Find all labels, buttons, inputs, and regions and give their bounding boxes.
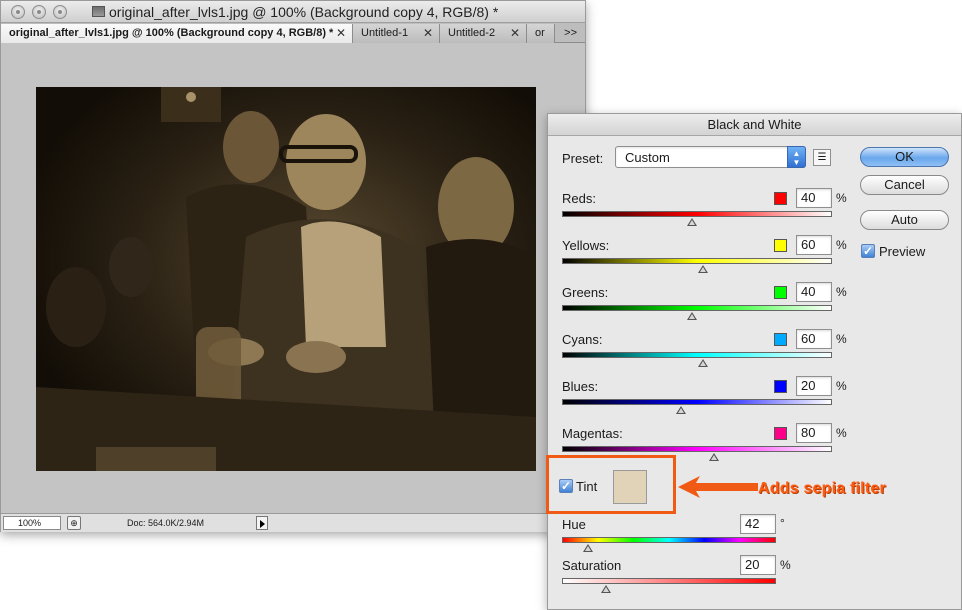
greens-value-field[interactable]: 40 [796,282,832,302]
cyans-label: Cyans: [562,332,603,347]
blues-swatch [774,380,787,393]
magentas-swatch [774,427,787,440]
cyans-value-field[interactable]: 60 [796,329,832,349]
black-and-white-dialog: Black and White Preset: Custom ▲ ▼ ☰ OK C… [547,113,962,610]
saturation-value-field[interactable]: 20 [740,555,776,575]
magentas-slider-track[interactable] [562,446,832,452]
minimize-window-icon[interactable] [32,5,46,19]
tab-untitled-1[interactable]: Untitled-1 ✕ [353,24,440,43]
tab-label: Untitled-2 [448,27,496,39]
preset-options-menu-icon[interactable]: ☰ [813,149,831,166]
greens-slider-track[interactable] [562,305,832,311]
cyans-slider-thumb[interactable] [698,359,708,367]
percent-sign: % [780,558,791,572]
window-titlebar: original_after_lvls1.jpg @ 100% (Backgro… [1,1,585,23]
magentas-label: Magentas: [562,426,623,441]
auto-button[interactable]: Auto [860,210,949,230]
hue-slider-track[interactable] [562,537,776,543]
yellows-slider-track[interactable] [562,258,832,264]
annotation-text: Adds sepia filter [758,480,886,497]
yellows-label: Yellows: [562,238,610,253]
blues-slider-track[interactable] [562,399,832,405]
percent-sign: % [836,426,847,440]
reds-label: Reds: [562,191,596,206]
greens-swatch [774,286,787,299]
preset-label: Preset: [562,151,604,166]
dialog-title: Black and White [548,114,961,136]
preset-select[interactable]: Custom ▲ ▼ [615,146,806,168]
tab-label: or [535,27,545,39]
preset-value: Custom [625,150,670,165]
zoom-window-icon[interactable] [53,5,67,19]
percent-sign: % [836,379,847,393]
tab-label: original_after_lvls1.jpg @ 100% (Backgro… [9,27,334,39]
document-tab-bar: original_after_lvls1.jpg @ 100% (Backgro… [1,23,585,43]
reds-slider-track[interactable] [562,211,832,217]
reds-slider-thumb[interactable] [687,218,697,226]
yellows-value-field[interactable]: 60 [796,235,832,255]
yellows-swatch [774,239,787,252]
greens-label: Greens: [562,285,609,300]
tab-untitled-2[interactable]: Untitled-2 ✕ [440,24,527,43]
zoom-level-field[interactable]: 100% [3,516,61,530]
blues-value-field[interactable]: 20 [796,376,832,396]
cyans-swatch [774,333,787,346]
zoom-options-icon[interactable]: ⊕ [67,516,81,530]
tab-truncated[interactable]: or [527,24,555,43]
window-title: original_after_lvls1.jpg @ 100% (Backgro… [109,4,499,20]
degree-sign: ° [780,516,785,530]
tab-label: Untitled-1 [361,27,409,39]
hue-value-field[interactable]: 42 [740,514,776,534]
tint-highlight-box [546,455,676,514]
percent-sign: % [836,285,847,299]
percent-sign: % [836,238,847,252]
tab-overflow-button[interactable]: >> [564,24,577,42]
callout-arrow-icon [678,476,758,498]
percent-sign: % [836,191,847,205]
reds-value-field[interactable]: 40 [796,188,832,208]
magentas-value-field[interactable]: 80 [796,423,832,443]
close-window-icon[interactable] [11,5,25,19]
ok-button[interactable]: OK [860,147,949,167]
select-arrows-icon: ▲ ▼ [787,146,806,168]
magentas-slider-thumb[interactable] [709,453,719,461]
document-window: original_after_lvls1.jpg @ 100% (Backgro… [0,0,586,532]
blues-label: Blues: [562,379,599,394]
greens-slider-thumb[interactable] [687,312,697,320]
blues-slider-thumb[interactable] [676,406,686,414]
cancel-button[interactable]: Cancel [860,175,949,195]
saturation-slider-thumb[interactable] [601,585,611,593]
yellows-slider-thumb[interactable] [698,265,708,273]
saturation-label: Saturation [562,558,622,573]
status-menu-arrow-icon[interactable] [256,516,268,530]
preview-label: Preview [879,244,926,259]
preview-checkbox[interactable]: ✓ [861,244,875,258]
canvas-photo[interactable] [36,87,536,471]
close-tab-icon[interactable]: ✕ [423,24,433,42]
document-size-info: Doc: 564.0K/2.94M [127,518,205,528]
saturation-slider-track[interactable] [562,578,776,584]
hue-slider-thumb[interactable] [583,544,593,552]
cyans-slider-track[interactable] [562,352,832,358]
percent-sign: % [836,332,847,346]
hue-label: Hue [562,517,586,532]
close-tab-icon[interactable]: ✕ [510,24,520,42]
reds-swatch [774,192,787,205]
tab-original-after-lvls1[interactable]: original_after_lvls1.jpg @ 100% (Backgro… [1,24,353,43]
sepia-photo-image [36,87,536,471]
status-bar: 100% ⊕ Doc: 564.0K/2.94M [1,513,585,532]
close-tab-icon[interactable]: ✕ [336,24,346,42]
document-proxy-icon[interactable] [92,6,105,17]
